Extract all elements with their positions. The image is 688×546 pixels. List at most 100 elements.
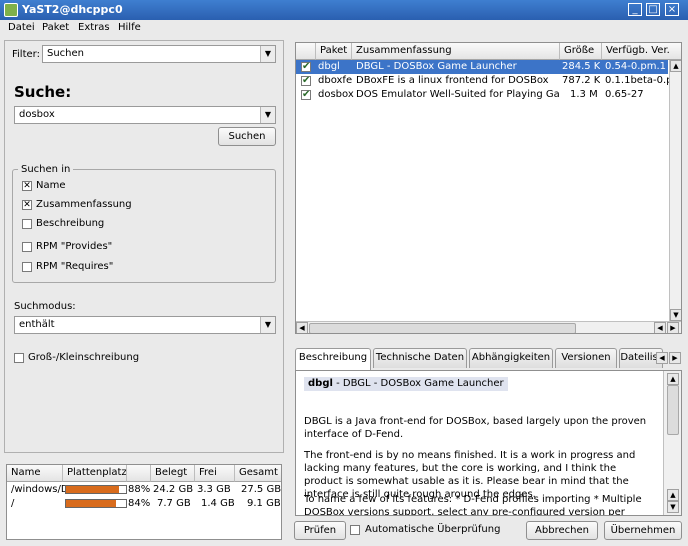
description-paragraph: To name a few of its features: * D-Fend … [304, 494, 642, 516]
scroll-up-icon[interactable]: ▲ [667, 489, 679, 501]
scroll-up-icon[interactable]: ▲ [670, 60, 681, 72]
menu-paket[interactable]: Paket [42, 22, 69, 33]
title-bar[interactable]: YaST2@dhcppc0 _ □ × [0, 0, 688, 20]
package-size: 787.2 K [562, 75, 601, 86]
menu-datei[interactable]: Datei [8, 22, 35, 33]
disk-name: /windows/D [11, 484, 65, 495]
package-size: 284.5 K [562, 61, 601, 72]
tab-versionen[interactable]: Versionen [555, 348, 617, 368]
package-version: 0.65-27 [605, 89, 644, 100]
package-name: dboxfe [318, 75, 353, 86]
search-value: dosbox [19, 109, 55, 120]
option-requires-label: RPM "Requires" [36, 261, 114, 272]
pkg-header-summary[interactable]: Zusammenfassung [352, 43, 560, 60]
pkg-header-name[interactable]: Paket [316, 43, 352, 60]
cancel-button[interactable]: Abbrechen [526, 521, 598, 540]
disk-used: 7.7 GB [157, 498, 191, 509]
detail-tabs: Beschreibung Technische Daten Abhängigke… [295, 348, 682, 370]
disk-header-used[interactable]: Belegt [151, 465, 195, 482]
table-row[interactable]: ✔ dosbox DOS Emulator Well-Suited for Pl… [296, 88, 681, 102]
disk-header-space[interactable]: Plattenplatz [63, 465, 127, 482]
disk-free: 1.4 GB [201, 498, 235, 509]
scroll-down-icon[interactable]: ▼ [667, 501, 679, 513]
search-heading: Suche: [14, 83, 72, 101]
minimize-button[interactable]: _ [628, 3, 642, 16]
package-status-checkbox[interactable]: ✔ [301, 90, 311, 100]
pkg-header-status[interactable] [296, 43, 316, 60]
usage-bar [65, 499, 127, 508]
disk-header-name[interactable]: Name [7, 465, 63, 482]
disk-percent: 88% [128, 484, 151, 495]
auto-check-checkbox[interactable] [350, 525, 360, 535]
filter-combo[interactable]: Suchen ▼ [42, 45, 276, 63]
package-summary: DBoxFE is a linux frontend for DOSBox [356, 75, 549, 86]
search-mode-combo[interactable]: enthält ▼ [14, 316, 276, 334]
package-row-selected[interactable]: ✔ dbgl DBGL - DOSBox Game Launcher 284.5… [296, 60, 668, 74]
option-provides-label: RPM "Provides" [36, 241, 113, 252]
yast-app-icon [4, 3, 18, 17]
disk-total: 9.1 GB [247, 498, 281, 509]
case-sensitive-checkbox[interactable] [14, 353, 24, 363]
disk-header-blank[interactable] [127, 465, 151, 482]
chevron-down-icon: ▼ [260, 317, 275, 333]
chevron-down-icon: ▼ [260, 107, 275, 123]
table-row[interactable]: ✔ dboxfe DBoxFE is a linux frontend for … [296, 74, 681, 88]
disk-header-free[interactable]: Frei [195, 465, 235, 482]
scroll-left-icon[interactable]: ◀ [296, 322, 308, 333]
search-input[interactable]: dosbox ▼ [14, 106, 276, 124]
description-vertical-scrollbar[interactable]: ▲ ▲ ▼ [663, 371, 681, 515]
disk-header-total[interactable]: Gesamt [235, 465, 281, 482]
package-name: dosbox [318, 89, 354, 100]
menu-bar: Datei Paket Extras Hilfe [0, 20, 688, 38]
package-summary: DBGL - DOSBox Game Launcher [356, 61, 517, 72]
search-in-label: Suchen in [18, 164, 74, 175]
scroll-thumb[interactable] [309, 323, 576, 333]
option-summary-label: Zusammenfassung [36, 199, 132, 210]
tab-scroll-left-icon[interactable]: ◀ [656, 352, 668, 364]
description-view: dbgl - DBGL - DOSBox Game Launcher DBGL … [295, 370, 682, 516]
description-paragraph: DBGL is a Java front-end for DOSBox, bas… [304, 416, 647, 440]
tab-beschreibung[interactable]: Beschreibung [295, 348, 371, 370]
option-summary-checkbox[interactable]: ✕ [22, 200, 32, 210]
filter-value: Suchen [47, 48, 85, 59]
menu-hilfe[interactable]: Hilfe [118, 22, 141, 33]
option-name-checkbox[interactable]: ✕ [22, 181, 32, 191]
option-name-label: Name [36, 180, 66, 191]
package-name: dbgl [318, 61, 340, 72]
option-description-checkbox[interactable] [22, 219, 32, 229]
disk-total: 27.5 GB [241, 484, 282, 495]
scroll-right-icon[interactable]: ▶ [667, 322, 679, 333]
option-requires-checkbox[interactable] [22, 262, 32, 272]
package-status-checkbox[interactable]: ✔ [301, 62, 311, 72]
scroll-left-icon[interactable]: ◀ [654, 322, 666, 333]
filter-label: Filter: [12, 49, 40, 60]
table-row[interactable]: / 84% 7.7 GB 1.4 GB 9.1 GB [7, 497, 281, 511]
close-button[interactable]: × [665, 3, 679, 16]
package-horizontal-scrollbar[interactable]: ◀ ◀ ▶ [296, 321, 681, 333]
disk-used: 24.2 GB [153, 484, 194, 495]
tab-scroll-right-icon[interactable]: ▶ [669, 352, 681, 364]
scroll-thumb[interactable] [667, 385, 679, 435]
menu-extras[interactable]: Extras [78, 22, 110, 33]
tab-technische-daten[interactable]: Technische Daten [373, 348, 467, 368]
disk-name: / [11, 498, 15, 509]
package-status-checkbox[interactable]: ✔ [301, 76, 311, 86]
scroll-down-icon[interactable]: ▼ [670, 309, 681, 321]
accept-button[interactable]: Übernehmen [604, 521, 682, 540]
search-mode-value: enthält [19, 319, 55, 330]
package-version: 0.54-0.pm.1 [605, 61, 667, 72]
pkg-header-version[interactable]: Verfügb. Ver. [602, 43, 681, 60]
table-row[interactable]: /windows/D 88% 24.2 GB 3.3 GB 27.5 GB [7, 483, 281, 497]
scroll-up-icon[interactable]: ▲ [667, 373, 679, 385]
disk-percent: 84% [128, 498, 151, 509]
search-button[interactable]: Suchen [218, 127, 276, 146]
disk-usage-table: Name Plattenplatz Belegt Frei Gesamt /wi… [6, 464, 282, 540]
pkg-header-size[interactable]: Größe [560, 43, 602, 60]
disk-free: 3.3 GB [197, 484, 231, 495]
option-provides-checkbox[interactable] [22, 242, 32, 252]
check-button[interactable]: Prüfen [294, 521, 346, 540]
tab-abhaengigkeiten[interactable]: Abhängigkeiten [469, 348, 553, 368]
package-vertical-scrollbar[interactable]: ▲ ▼ [669, 60, 681, 321]
package-size: 1.3 M [570, 89, 598, 100]
maximize-button[interactable]: □ [646, 3, 660, 16]
